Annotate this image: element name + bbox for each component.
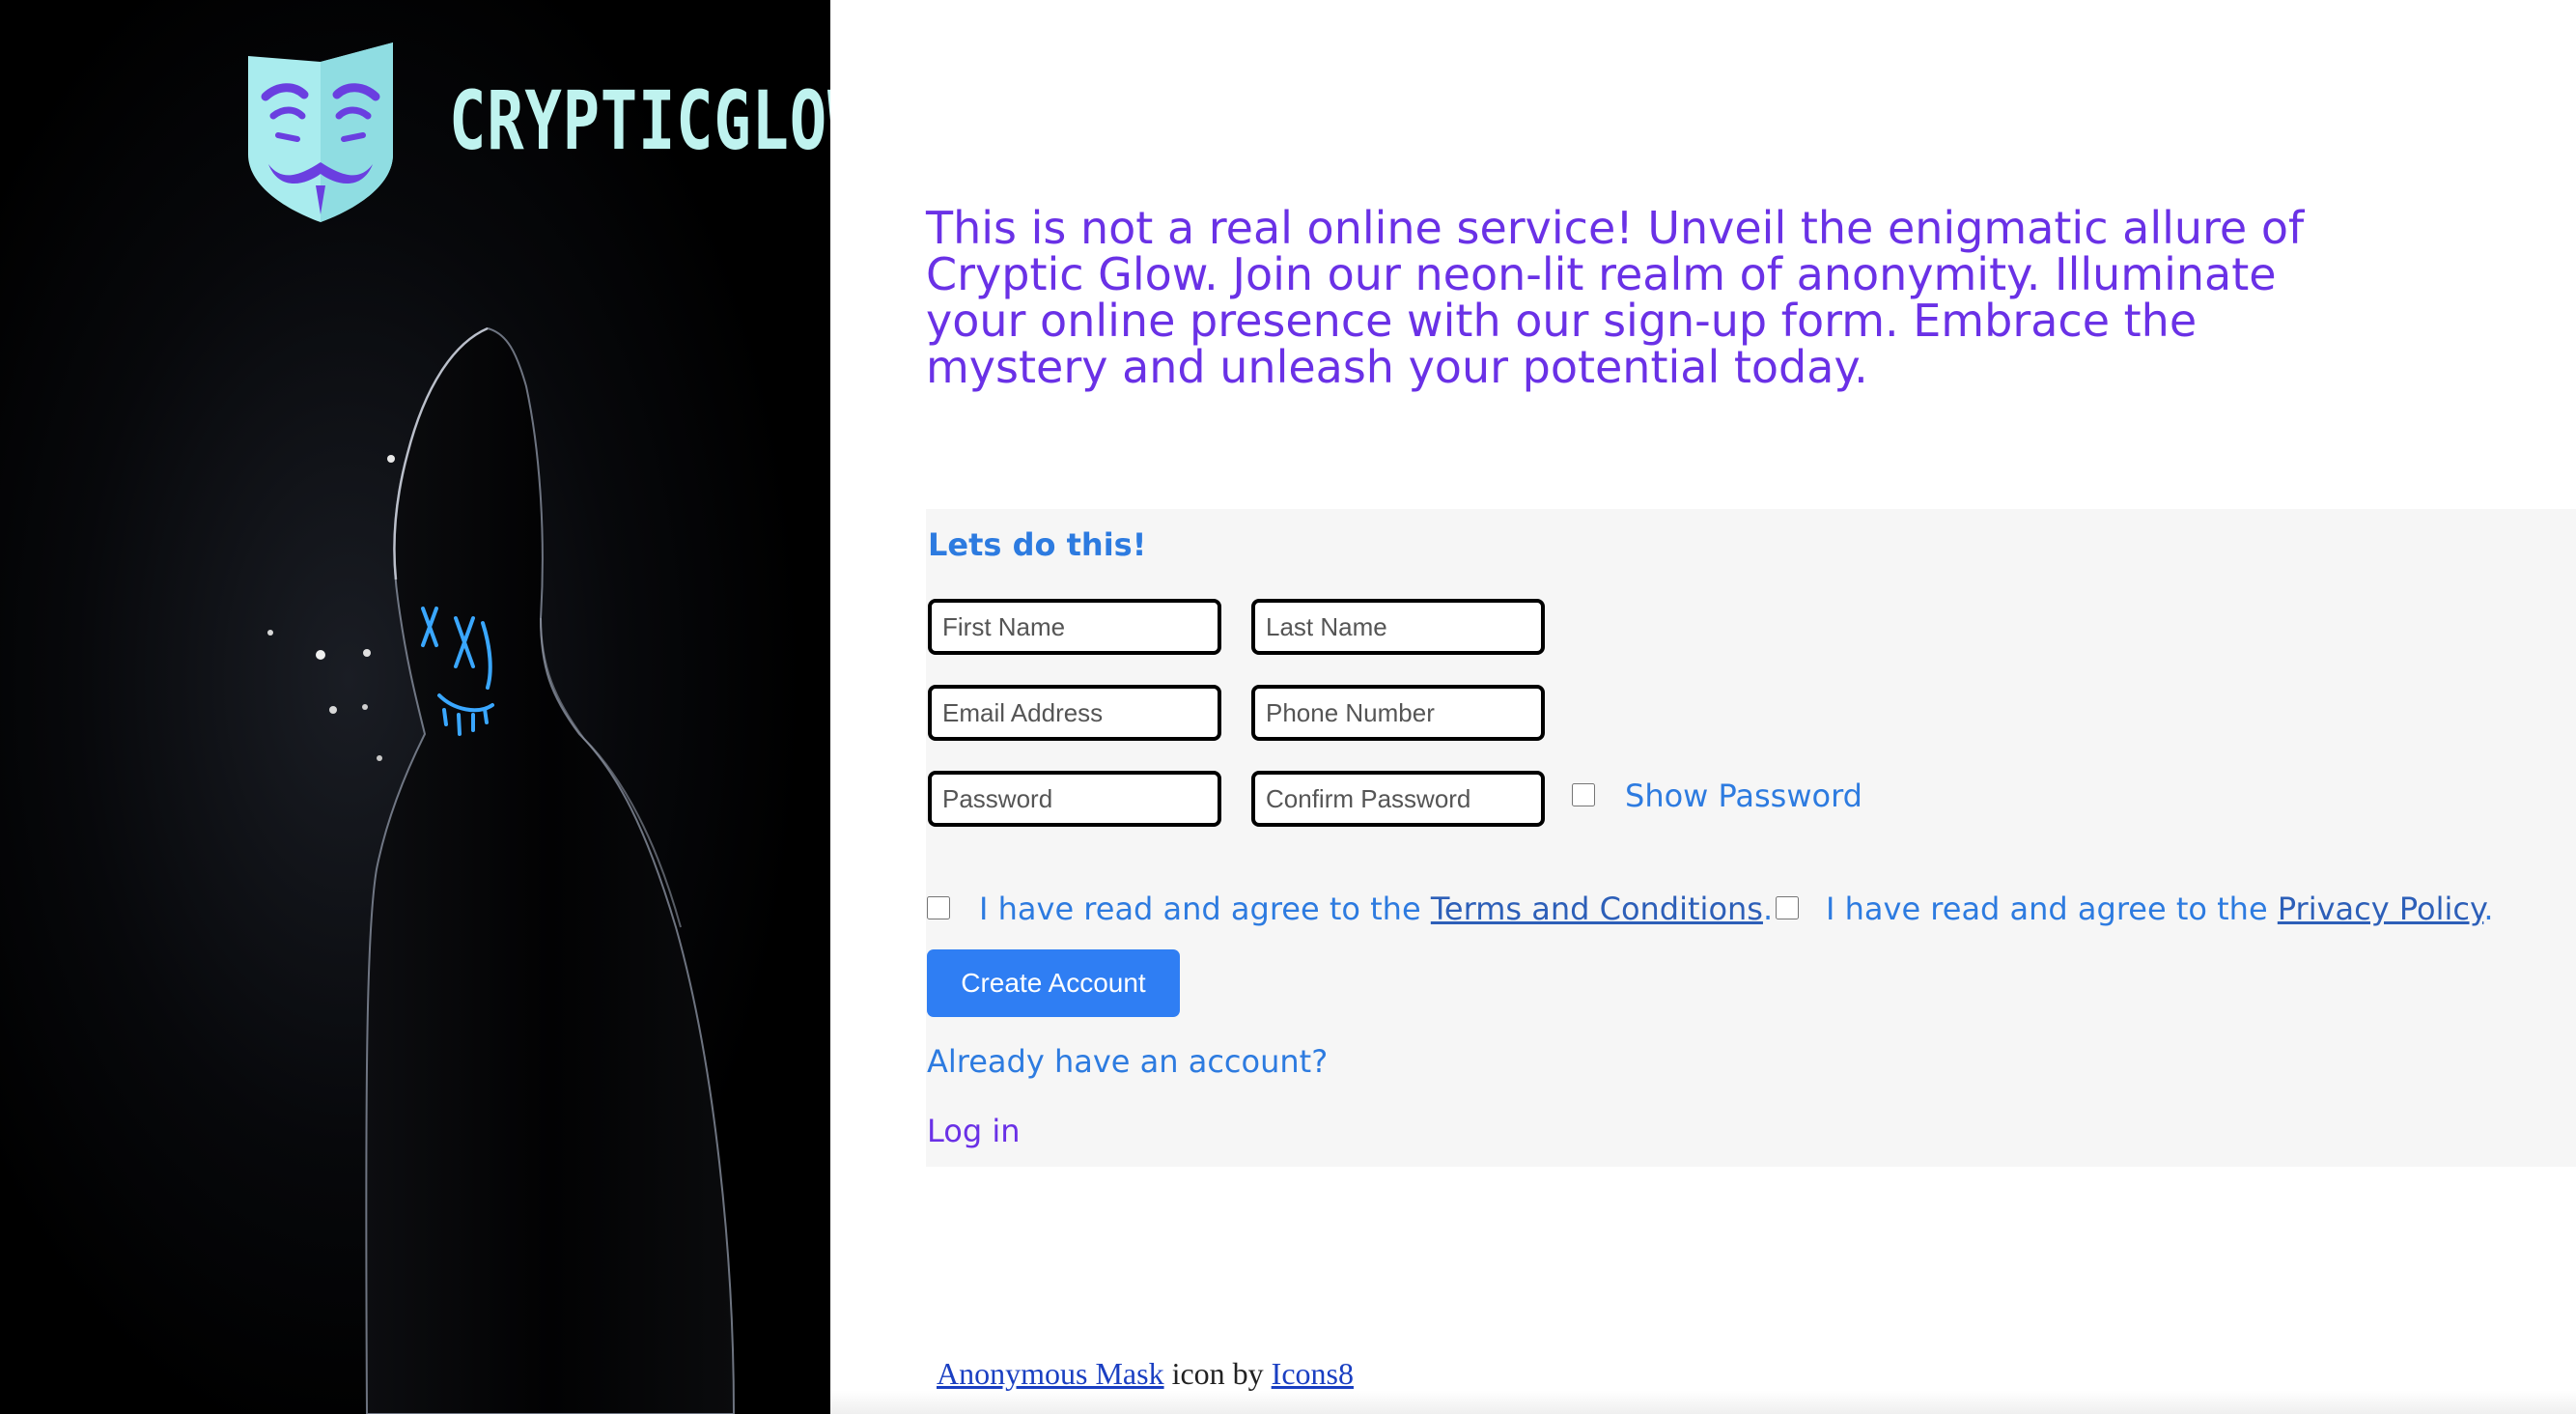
privacy-suffix: .	[2483, 891, 2494, 927]
form-heading: Lets do this!	[928, 526, 1147, 563]
create-account-button[interactable]: Create Account	[927, 949, 1180, 1017]
anonymous-mask-link[interactable]: Anonymous Mask	[937, 1356, 1164, 1391]
signup-form: Lets do this! Show Password I have read …	[926, 509, 2576, 1167]
anonymous-mask-icon	[248, 42, 393, 222]
privacy-prefix: I have read and agree to the	[1826, 891, 2278, 927]
signup-page: CRYPTICGLOW This is not a real online se…	[0, 0, 2576, 1414]
already-have-account-text: Already have an account?	[927, 1043, 1329, 1080]
email-input[interactable]	[928, 685, 1221, 741]
last-name-input[interactable]	[1251, 599, 1545, 655]
brand: CRYPTICGLOW	[244, 39, 830, 222]
first-name-input[interactable]	[928, 599, 1221, 655]
password-input[interactable]	[928, 771, 1221, 827]
icon-credit: Anonymous Mask icon by Icons8	[937, 1356, 1354, 1392]
privacy-label: I have read and agree to the Privacy Pol…	[1826, 891, 2494, 927]
login-link[interactable]: Log in	[927, 1113, 1021, 1149]
hooded-figure-image	[0, 0, 830, 1414]
credit-middle: icon by	[1163, 1356, 1272, 1391]
show-password-label: Show Password	[1625, 778, 1862, 814]
icons8-link[interactable]: Icons8	[1272, 1356, 1354, 1391]
confirm-password-input[interactable]	[1251, 771, 1545, 827]
brand-name: CRYPTICGLOW	[449, 73, 830, 168]
terms-checkbox[interactable]	[927, 896, 950, 919]
privacy-checkbox[interactable]	[1776, 896, 1799, 919]
privacy-link[interactable]: Privacy Policy	[2278, 891, 2484, 927]
terms-prefix: I have read and agree to the	[979, 891, 1431, 927]
terms-label: I have read and agree to the Terms and C…	[979, 891, 1773, 927]
phone-input[interactable]	[1251, 685, 1545, 741]
hero-panel: CRYPTICGLOW	[0, 0, 830, 1414]
show-password-checkbox[interactable]	[1572, 783, 1595, 806]
bottom-edge	[830, 1391, 2576, 1414]
terms-suffix: .	[1762, 891, 1774, 927]
intro-text: This is not a real online service! Unvei…	[926, 202, 2305, 393]
terms-link[interactable]: Terms and Conditions	[1431, 891, 1763, 927]
